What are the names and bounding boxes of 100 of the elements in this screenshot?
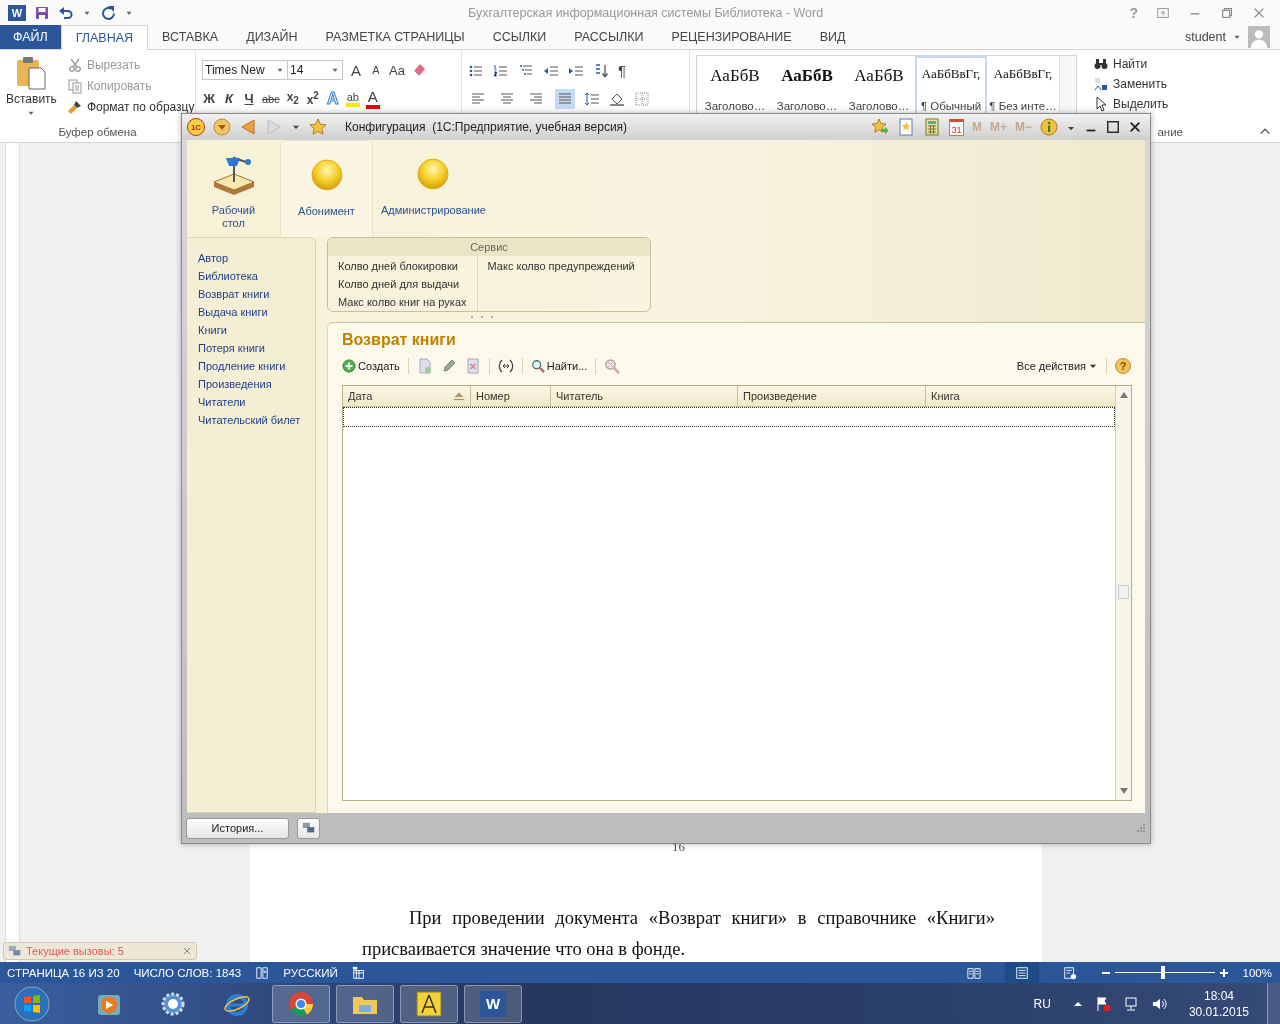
- find-button[interactable]: Найти...: [530, 359, 588, 373]
- save-icon[interactable]: [34, 4, 50, 21]
- app-logo[interactable]: 1С: [187, 118, 205, 136]
- editing-command[interactable]: Выделить: [1093, 96, 1211, 112]
- read-layout-icon[interactable]: [966, 965, 981, 980]
- help-button[interactable]: ?: [1115, 358, 1131, 374]
- style-item[interactable]: АаБбВвГг, ¶ Без инте…: [987, 56, 1059, 116]
- navigation-link[interactable]: Библиотека: [198, 267, 315, 285]
- redo-icon[interactable]: [100, 4, 116, 21]
- resize-grip-icon[interactable]: [1136, 823, 1146, 833]
- section-tab[interactable]: Абонимент: [280, 140, 373, 237]
- arrows-icon[interactable]: [497, 358, 514, 374]
- ribbon-tab[interactable]: РЕЦЕНЗИРОВАНИЕ: [657, 25, 806, 49]
- history-button[interactable]: История...: [186, 817, 289, 839]
- clock-date[interactable]: 30.01.2015: [1188, 1003, 1249, 1020]
- section-tab[interactable]: Рабочий стол: [187, 140, 280, 237]
- word-app-icon[interactable]: W: [480, 990, 506, 1017]
- editing-command[interactable]: Заменить: [1093, 76, 1211, 92]
- plus-icon[interactable]: [342, 359, 356, 373]
- calculator-icon[interactable]: [922, 118, 941, 136]
- undo-icon[interactable]: [58, 4, 74, 21]
- column-header[interactable]: Произведение: [738, 386, 926, 406]
- language-indicator[interactable]: РУССКИЙ: [283, 966, 338, 979]
- scroll-down-icon[interactable]: [1118, 786, 1129, 796]
- main-menu-icon[interactable]: [213, 118, 231, 136]
- all-actions-menu[interactable]: Все действия: [1016, 360, 1098, 372]
- zoom-slider[interactable]: [1100, 967, 1229, 978]
- ribbon-display-icon[interactable]: [1156, 5, 1170, 20]
- flag-icon[interactable]: [1094, 995, 1111, 1012]
- ribbon-tab[interactable]: ВСТАВКА: [148, 25, 233, 49]
- print-layout-icon[interactable]: [1014, 965, 1029, 980]
- binoculars-icon[interactable]: [1093, 56, 1109, 72]
- format-button[interactable]: К: [222, 91, 236, 106]
- cursor-icon[interactable]: [1093, 96, 1109, 112]
- change-case-button[interactable]: Аа: [389, 62, 406, 78]
- macro-icon[interactable]: [351, 965, 366, 980]
- zoom-in-icon[interactable]: [1218, 967, 1229, 978]
- font-size-field[interactable]: 14: [287, 60, 343, 80]
- format-button[interactable]: Ж: [202, 91, 216, 106]
- format-button[interactable]: abc: [262, 92, 280, 105]
- scroll-thumb[interactable]: [1118, 585, 1129, 600]
- star-icon[interactable]: [309, 118, 327, 136]
- font-name-field[interactable]: Times New: [202, 60, 288, 80]
- clipboard-command[interactable]: Формат по образцу: [66, 99, 195, 115]
- format-button[interactable]: Ч: [242, 91, 256, 106]
- service-command[interactable]: Колво дней блокировки: [338, 257, 467, 275]
- user-name[interactable]: student: [1185, 30, 1226, 44]
- ribbon-tab[interactable]: ВИД: [805, 25, 860, 49]
- network-icon[interactable]: [1122, 995, 1139, 1012]
- show-marks-button[interactable]: ¶: [618, 62, 627, 79]
- section-tab[interactable]: Администрирование: [373, 140, 494, 237]
- zoom-level[interactable]: 100%: [1242, 966, 1280, 979]
- close-icon[interactable]: [1128, 120, 1142, 134]
- table-row[interactable]: [343, 407, 1115, 427]
- print-view-button[interactable]: [1004, 962, 1039, 983]
- show-desktop-button[interactable]: [1267, 983, 1280, 1024]
- navigation-link[interactable]: Возврат книги: [198, 285, 315, 303]
- navigation-link[interactable]: Автор: [198, 249, 315, 267]
- restore-icon[interactable]: [1220, 5, 1234, 20]
- paste-button[interactable]: Вставить: [6, 54, 57, 126]
- navigation-link[interactable]: Читательский билет: [198, 411, 315, 429]
- create-button[interactable]: Создать: [342, 359, 400, 373]
- service-command[interactable]: Макс колво книг на руках: [338, 293, 467, 311]
- navigation-link[interactable]: Выдача книги: [198, 303, 315, 321]
- web-layout-icon[interactable]: [1062, 965, 1077, 980]
- column-header[interactable]: Читатель: [551, 386, 738, 406]
- column-header[interactable]: Номер: [471, 386, 551, 406]
- proofing-icon[interactable]: [255, 965, 270, 980]
- column-header[interactable]: Дата: [343, 386, 471, 406]
- page-count[interactable]: СТРАНИЦА 16 ИЗ 20: [7, 966, 120, 979]
- vertical-scrollbar[interactable]: [1115, 386, 1131, 800]
- navigation-link[interactable]: Книги: [198, 321, 315, 339]
- star-arrow-icon[interactable]: [870, 118, 889, 136]
- style-item[interactable]: АаБбВ Заголово…: [699, 56, 771, 116]
- font-effect-button[interactable]: A: [365, 88, 380, 109]
- grow-font-button[interactable]: A: [349, 61, 363, 79]
- ribbon-tab[interactable]: ССЫЛКИ: [478, 25, 561, 49]
- navigation-link[interactable]: Потеря книги: [198, 339, 315, 357]
- clipboard-icon[interactable]: [15, 56, 48, 90]
- column-header[interactable]: Книга: [926, 386, 1115, 406]
- shrink-font-button[interactable]: A: [369, 64, 383, 76]
- editing-command[interactable]: Найти: [1093, 56, 1211, 72]
- ribbon-tab[interactable]: ДИЗАЙН: [232, 25, 312, 49]
- back-icon[interactable]: [239, 118, 257, 136]
- ribbon-tab[interactable]: ГЛАВНАЯ: [60, 25, 149, 50]
- shading-icon[interactable]: [609, 91, 625, 107]
- word-logo[interactable]: W: [8, 4, 26, 21]
- replace-icon[interactable]: [1093, 76, 1109, 92]
- ribbon-tab[interactable]: РАССЫЛКИ: [560, 25, 658, 49]
- ribbon-tab[interactable]: ФАЙЛ: [0, 25, 61, 49]
- word-count[interactable]: ЧИСЛО СЛОВ: 1843: [133, 966, 242, 979]
- font-effect-button[interactable]: ab: [345, 90, 360, 107]
- spacing-icon[interactable]: [584, 91, 600, 107]
- clock-time[interactable]: 18:04: [1203, 987, 1234, 1004]
- navigation-link[interactable]: Читатели: [198, 393, 315, 411]
- maximize-icon[interactable]: [1106, 120, 1120, 134]
- scroll-up-icon[interactable]: [1118, 390, 1129, 400]
- service-command[interactable]: Макс колво предупреждений: [487, 257, 635, 275]
- chrome-icon[interactable]: [287, 989, 315, 1018]
- brush-icon[interactable]: [66, 99, 83, 115]
